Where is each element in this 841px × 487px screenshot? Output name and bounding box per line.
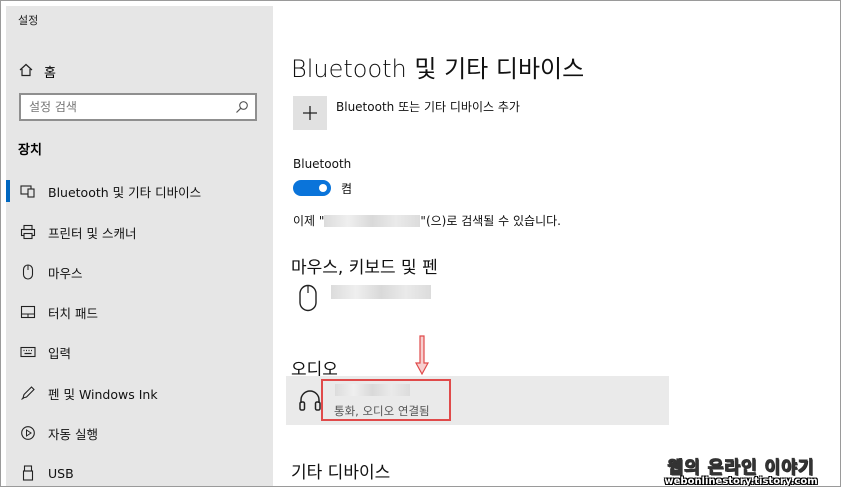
headset-icon xyxy=(299,390,321,411)
home-icon xyxy=(18,63,34,81)
autoplay-icon xyxy=(18,425,38,441)
sidebar-item-label: USB xyxy=(48,465,74,481)
touchpad-icon xyxy=(18,305,38,319)
search-icon[interactable] xyxy=(235,100,249,114)
sidebar-item-label: 펜 및 Windows Ink xyxy=(48,386,158,402)
watermark: 웹의 온라인 이야기 webonlinestory.tistory.com xyxy=(657,453,825,487)
sidebar-item-pen[interactable]: 펜 및 Windows Ink xyxy=(6,378,273,408)
bluetooth-label: Bluetooth xyxy=(293,157,352,171)
sidebar: 설정 홈 장치 Bluetooth 및 기타 디바이스 프린터 및 스캐너 xyxy=(6,6,273,486)
highlight-box xyxy=(321,379,451,421)
home-label: 홈 xyxy=(44,66,56,81)
discoverable-prefix: 이제 " xyxy=(293,214,325,228)
plus-icon xyxy=(303,106,317,120)
sidebar-item-label: 마우스 xyxy=(48,265,83,281)
add-device-button[interactable] xyxy=(293,96,327,130)
blurred-pc-name xyxy=(324,214,421,227)
keyboard-icon xyxy=(18,346,38,358)
sidebar-item-label: 프린터 및 스캐너 xyxy=(48,225,137,241)
other-devices-section-title: 기타 디바이스 xyxy=(291,463,391,483)
sidebar-item-touchpad[interactable]: 터치 패드 xyxy=(6,297,273,327)
discoverable-text: 이제 " "(으)로 검색될 수 있습니다. xyxy=(293,212,561,229)
watermark-title: 웹의 온라인 이야기 xyxy=(667,458,815,479)
annotation-arrow xyxy=(415,335,429,375)
window-title: 설정 xyxy=(18,14,39,27)
sidebar-item-label: Bluetooth 및 기타 디바이스 xyxy=(48,184,202,200)
home-link[interactable]: 홈 xyxy=(18,62,56,81)
toggle-state-label: 켬 xyxy=(341,182,353,196)
blurred-mouse-name[interactable] xyxy=(331,285,431,299)
search-input[interactable] xyxy=(21,96,231,118)
mouse-device-icon xyxy=(299,284,317,312)
discoverable-suffix: "(으)로 검색될 수 있습니다. xyxy=(420,214,561,228)
bluetooth-devices-icon xyxy=(18,183,38,199)
sidebar-item-mouse[interactable]: 마우스 xyxy=(6,257,273,287)
printer-icon xyxy=(18,224,38,240)
settings-window: 설정 홈 장치 Bluetooth 및 기타 디바이스 프린터 및 스캐너 xyxy=(0,0,841,487)
section-title: 장치 xyxy=(18,143,42,158)
pen-icon xyxy=(18,385,38,401)
watermark-url: webonlinestory.tistory.com xyxy=(664,476,818,487)
sidebar-item-usb[interactable]: USB xyxy=(6,458,273,486)
sidebar-item-label: 입력 xyxy=(48,345,72,361)
toggle-knob xyxy=(319,184,327,192)
sidebar-item-typing[interactable]: 입력 xyxy=(6,337,273,367)
mouse-section-title: 마우스, 키보드 및 펜 xyxy=(291,258,438,278)
sidebar-item-printers[interactable]: 프린터 및 스캐너 xyxy=(6,217,273,247)
sidebar-item-label: 터치 패드 xyxy=(48,305,98,321)
add-device-label[interactable]: Bluetooth 또는 기타 디바이스 추가 xyxy=(336,98,520,115)
sidebar-item-autoplay[interactable]: 자동 실행 xyxy=(6,418,273,448)
mouse-icon xyxy=(18,264,38,280)
usb-icon xyxy=(18,465,38,481)
bluetooth-toggle[interactable] xyxy=(293,180,331,196)
sidebar-item-bluetooth[interactable]: Bluetooth 및 기타 디바이스 xyxy=(6,176,273,206)
search-box[interactable] xyxy=(19,93,257,121)
sidebar-item-label: 자동 실행 xyxy=(48,426,98,442)
page-title: Bluetooth 및 기타 디바이스 xyxy=(291,55,585,83)
